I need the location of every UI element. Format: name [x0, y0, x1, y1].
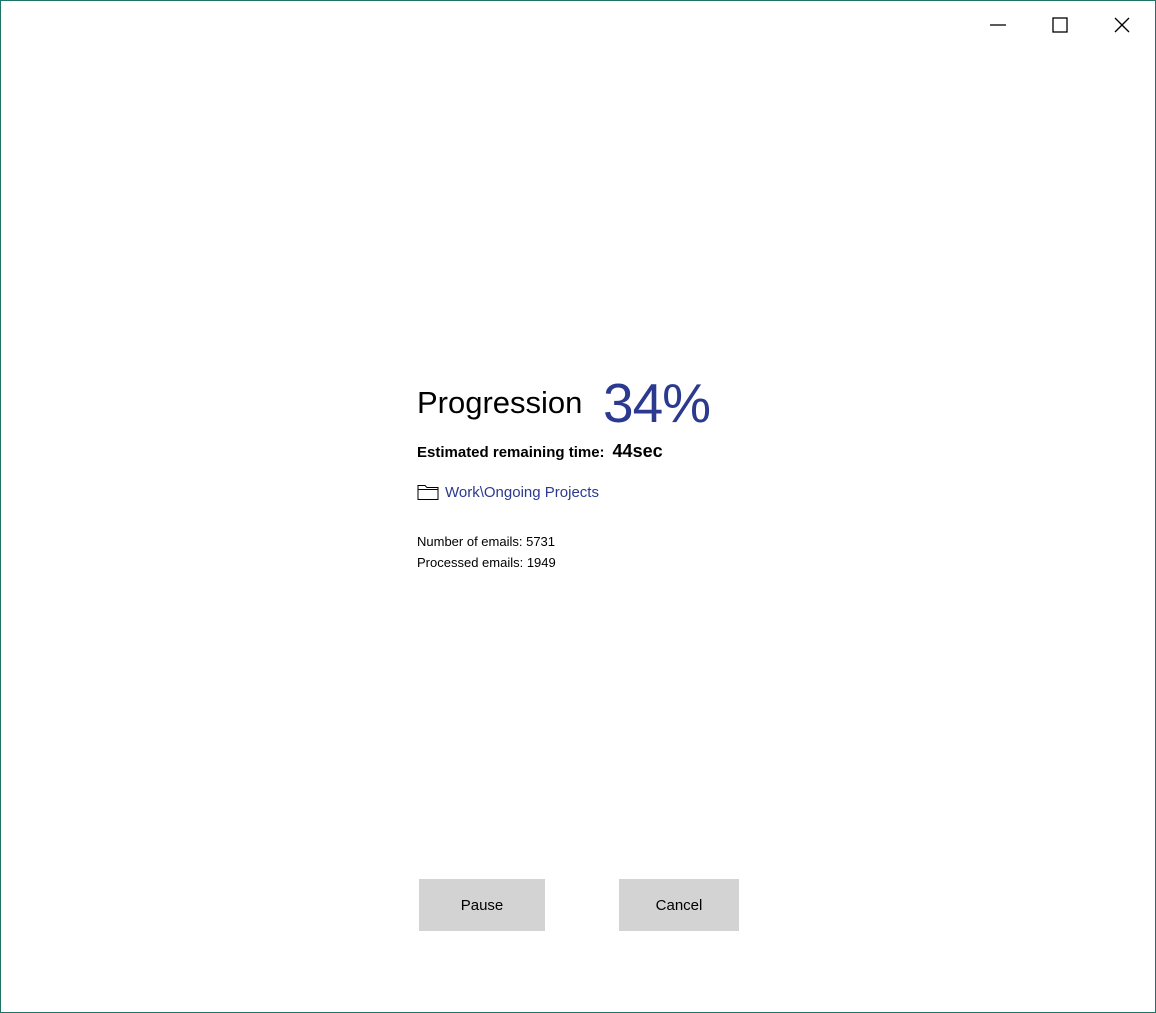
maximize-button[interactable]	[1029, 2, 1091, 48]
minimize-button[interactable]	[967, 2, 1029, 48]
folder-path-link[interactable]: Work\Ongoing Projects	[445, 484, 599, 501]
eta-row: Estimated remaining time: 44sec	[417, 441, 663, 462]
progress-percent: 34%	[603, 372, 711, 434]
cancel-button[interactable]: Cancel	[619, 879, 739, 931]
total-emails: Number of emails: 5731	[417, 534, 556, 549]
minimize-icon	[990, 17, 1006, 33]
close-button[interactable]	[1091, 2, 1153, 48]
pause-button[interactable]: Pause	[419, 879, 545, 931]
app-window: Progression 34% Estimated remaining time…	[0, 0, 1156, 1013]
email-stats: Number of emails: 5731 Processed emails:…	[417, 531, 556, 573]
processed-emails: Processed emails: 1949	[417, 555, 556, 570]
current-folder: Work\Ongoing Projects	[417, 483, 599, 501]
progress-header: Progression 34%	[417, 371, 817, 434]
eta-value: 44sec	[612, 441, 663, 461]
eta-label: Estimated remaining time:	[417, 444, 605, 461]
progress-title: Progression	[417, 385, 583, 420]
folder-icon	[417, 483, 439, 501]
close-icon	[1114, 17, 1130, 33]
maximize-icon	[1052, 17, 1068, 33]
